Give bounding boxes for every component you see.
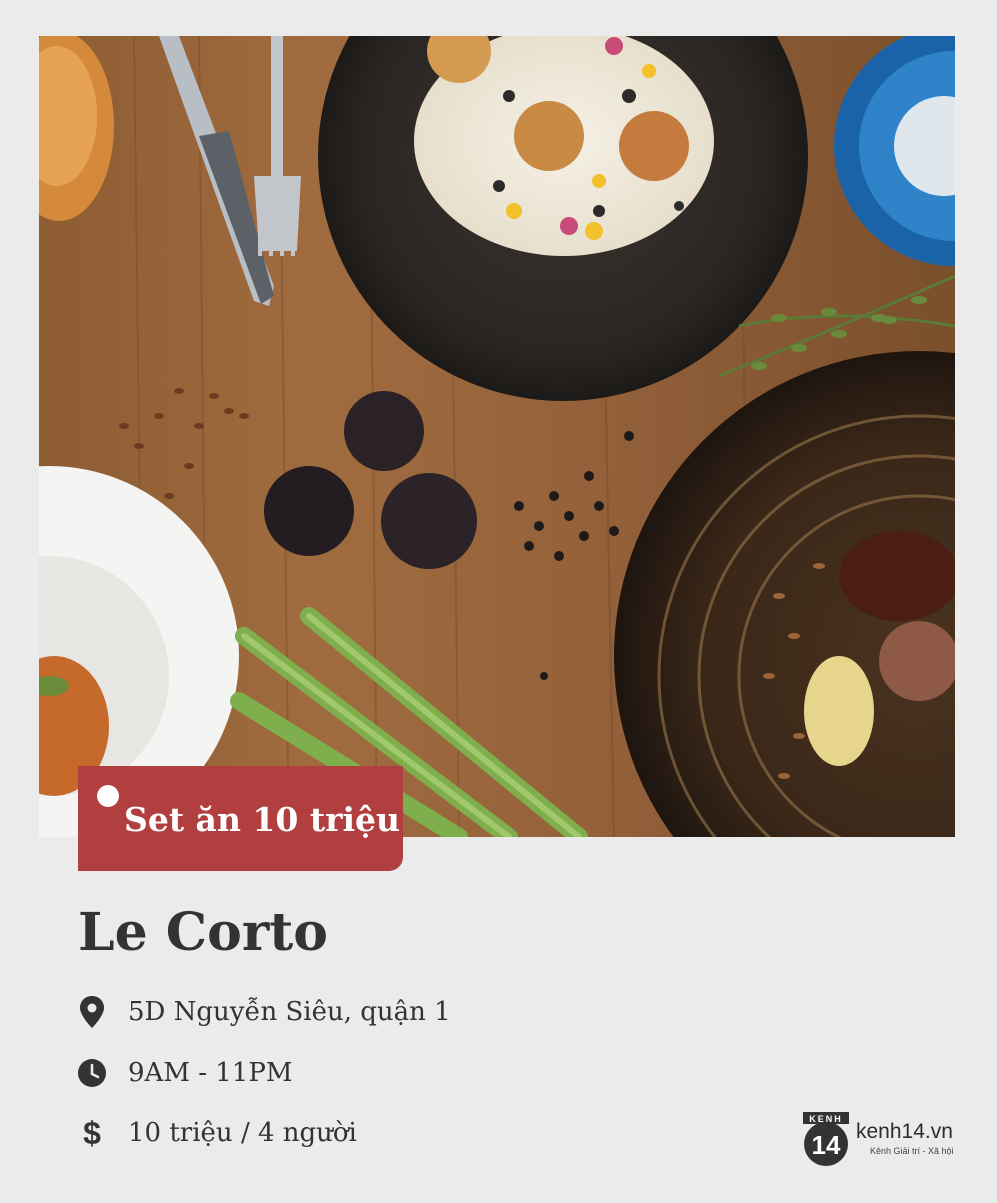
clock-icon: [78, 1057, 106, 1089]
hours-row: 9AM - 11PM: [78, 1055, 292, 1091]
hours-text: 9AM - 11PM: [128, 1058, 293, 1088]
price-text: 10 triệu / 4 người: [128, 1118, 357, 1148]
food-photo-illustration: [39, 36, 955, 837]
svg-text:$: $: [83, 1116, 101, 1150]
badge-dot: [97, 785, 119, 807]
set-price-badge: Set ăn 10 triệu: [78, 766, 403, 871]
address-row: 5D Nguyễn Siêu, quận 1: [78, 994, 451, 1030]
food-photo: [39, 36, 955, 837]
logo-tagline: Kênh Giải trí - Xã hội: [870, 1146, 954, 1156]
address-text: 5D Nguyễn Siêu, quận 1: [128, 997, 451, 1027]
kenh14-logo: KENH 14 kenh14.vn Kênh Giải trí - Xã hội: [800, 1112, 960, 1168]
price-row: $ 10 triệu / 4 người: [78, 1115, 357, 1151]
kenh14-badge-icon: KENH 14: [803, 1112, 849, 1166]
location-pin-icon: [78, 996, 106, 1028]
logo-name: kenh14.vn: [856, 1120, 953, 1143]
dollar-icon: $: [78, 1116, 106, 1150]
badge-label: Set ăn 10 triệu: [124, 800, 400, 839]
logo-badge-number: 14: [812, 1130, 841, 1160]
restaurant-name: Le Corto: [78, 902, 328, 963]
